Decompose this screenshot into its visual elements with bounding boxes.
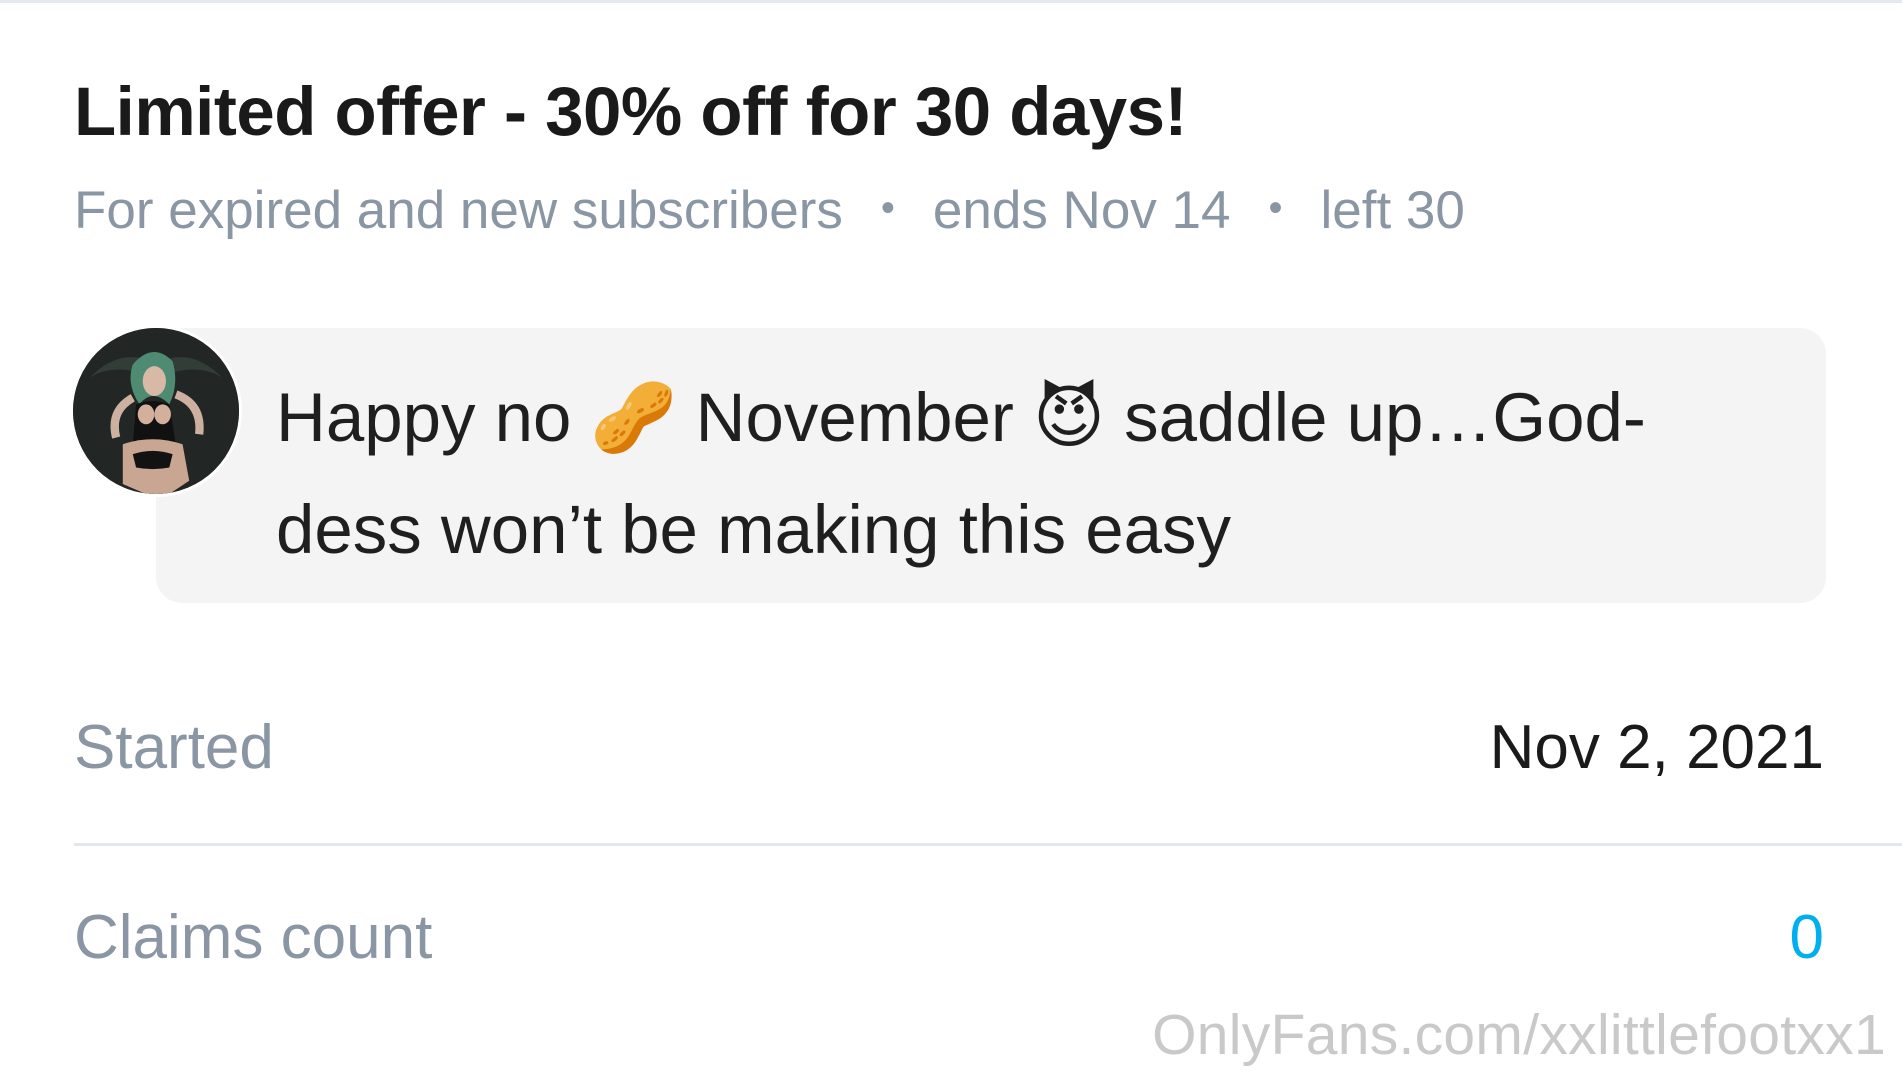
started-label: Started	[74, 713, 274, 782]
offer-message-text: Happy no 🥜 November 😈 saddle up…God-dess…	[276, 379, 1646, 568]
top-divider	[0, 0, 1902, 3]
started-value: Nov 2, 2021	[1489, 713, 1824, 782]
meta-separator-dot: •	[1268, 186, 1283, 230]
details-divider	[74, 843, 1902, 846]
campaign-detail-page: Limited offer - 30% off for 30 days! For…	[0, 0, 1902, 1080]
offer-end-date: ends Nov 14	[932, 181, 1231, 240]
avatar-image	[73, 328, 239, 494]
offer-audience: For expired and new subscribers	[74, 181, 843, 240]
offer-meta: For expired and new subscribers • ends N…	[74, 180, 1465, 241]
offer-title: Limited offer - 30% off for 30 days!	[74, 73, 1188, 150]
claims-count-label: Claims count	[74, 903, 433, 972]
avatar[interactable]	[73, 328, 239, 494]
claims-count-value[interactable]: 0	[1790, 902, 1824, 973]
offer-remaining: left 30	[1320, 181, 1465, 240]
meta-separator-dot: •	[880, 186, 895, 230]
watermark: OnlyFans.com/xxlittlefootxx1	[1152, 1003, 1886, 1067]
